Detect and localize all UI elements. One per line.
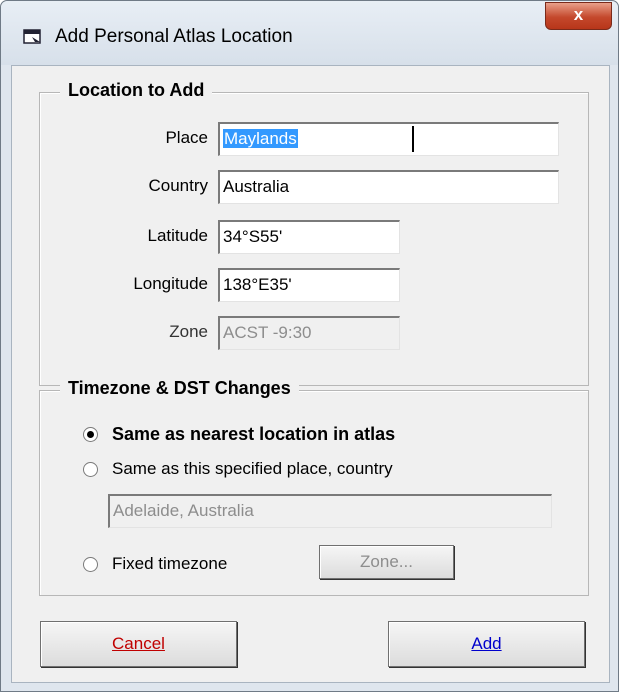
radio-specified-indicator[interactable] xyxy=(83,461,98,477)
radio-nearest-location[interactable]: Same as nearest location in atlas xyxy=(83,424,395,445)
radio-specified-label: Same as this specified place, country xyxy=(112,459,393,478)
place-input-value: Maylands xyxy=(223,129,298,148)
longitude-input[interactable]: 138°E35' xyxy=(218,268,400,302)
add-button[interactable]: Add xyxy=(388,621,585,667)
zone-input: ACST -9:30 xyxy=(218,316,400,350)
specified-place-input: Adelaide, Australia xyxy=(108,494,552,528)
country-input[interactable]: Australia xyxy=(218,170,559,204)
zone-label: Zone xyxy=(169,322,208,341)
place-input[interactable]: Maylands xyxy=(218,122,559,156)
cancel-button[interactable]: Cancel xyxy=(40,621,237,667)
dialog-body: Location to Add Place Maylands Country A… xyxy=(11,65,610,683)
country-label: Country xyxy=(148,176,208,195)
longitude-label: Longitude xyxy=(133,274,208,293)
timezone-group-title: Timezone & DST Changes xyxy=(60,378,299,399)
close-button[interactable]: x xyxy=(545,2,612,30)
radio-fixed-indicator[interactable] xyxy=(83,556,98,572)
title-bar[interactable]: Add Personal Atlas Location x xyxy=(1,1,618,65)
dialog-window: Add Personal Atlas Location x Location t… xyxy=(0,0,619,692)
radio-specified-place[interactable]: Same as this specified place, country xyxy=(83,459,393,479)
zone-button: Zone... xyxy=(319,545,454,579)
zone-button-label: Zone... xyxy=(360,552,413,571)
window-title: Add Personal Atlas Location xyxy=(55,26,293,47)
text-cursor xyxy=(412,126,414,152)
radio-nearest-label: Same as nearest location in atlas xyxy=(112,424,396,444)
place-label: Place xyxy=(165,128,208,147)
latitude-label: Latitude xyxy=(147,226,209,245)
latitude-input[interactable]: 34°S55' xyxy=(218,220,400,254)
location-group-title: Location to Add xyxy=(60,80,213,101)
radio-fixed-timezone[interactable]: Fixed timezone xyxy=(83,554,227,574)
add-button-label: Add xyxy=(471,634,502,653)
cancel-button-label: Cancel xyxy=(112,634,165,653)
radio-nearest-indicator[interactable] xyxy=(83,427,98,442)
app-icon xyxy=(23,29,41,44)
radio-fixed-label: Fixed timezone xyxy=(112,554,228,573)
